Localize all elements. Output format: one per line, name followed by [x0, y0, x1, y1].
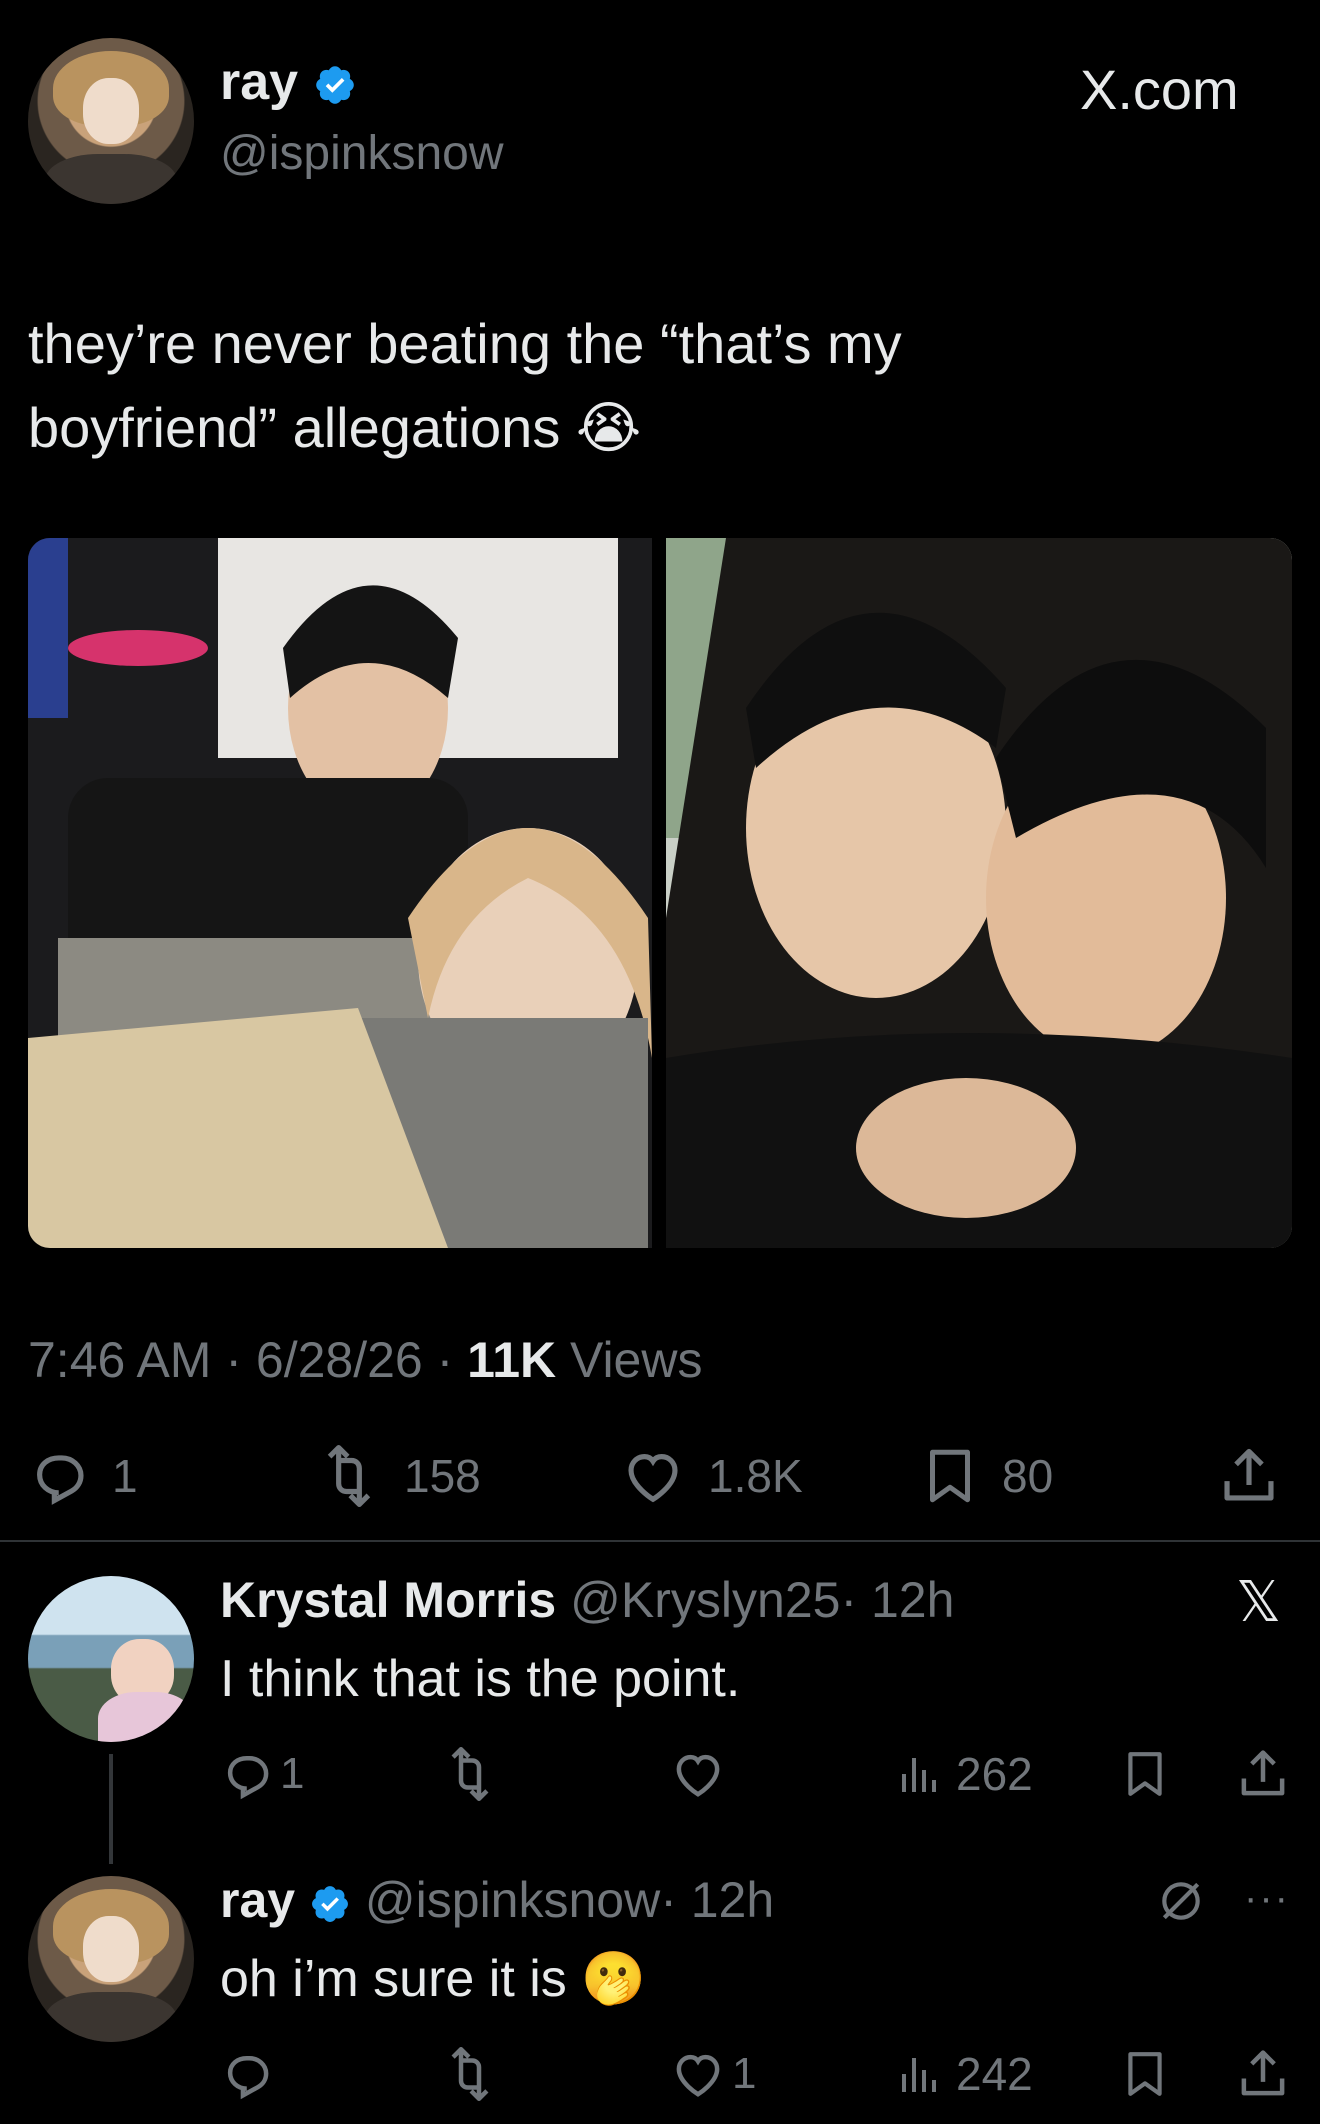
author-avatar[interactable]	[28, 38, 194, 204]
reply-2-like-count: 1	[732, 2049, 757, 2098]
reply-2-time[interactable]: · 12h	[660, 1872, 774, 1928]
analytics-icon	[902, 2058, 936, 2092]
peeking-face-emoji: 🫢	[581, 1950, 646, 2008]
reply-2-avatar[interactable]	[28, 1876, 194, 2042]
reply-2-author-name[interactable]: ray	[220, 1872, 295, 1928]
reply-2-views-button[interactable]: 242	[896, 2046, 1033, 2102]
reply-button[interactable]: 1	[28, 1444, 138, 1508]
share-icon	[1224, 1448, 1274, 1501]
author-name-row[interactable]: ray	[220, 52, 357, 112]
views-label: Views	[556, 1332, 703, 1388]
verified-badge-icon	[312, 1885, 348, 1922]
reply-1-text: I think that is the point.	[220, 1650, 741, 1708]
site-label: X.com	[1080, 58, 1239, 121]
bookmark-count: 80	[1002, 1450, 1054, 1502]
reply-1-repost-button[interactable]	[440, 1746, 500, 1802]
reply-2-bookmark-button[interactable]	[1120, 2046, 1170, 2102]
bookmark-icon	[1128, 1752, 1162, 1796]
reply-2-like-button[interactable]: 1	[670, 2046, 756, 2102]
like-count: 1.8K	[708, 1450, 803, 1502]
reply-icon	[227, 1756, 269, 1800]
author-name[interactable]: ray	[220, 53, 298, 111]
reply-1-avatar[interactable]	[28, 1576, 194, 1742]
analytics-icon	[902, 1758, 936, 1792]
reply-2-grok-icon[interactable]	[1156, 1876, 1206, 1931]
heart-icon	[676, 1754, 720, 1797]
reply-1-views-count: 262	[956, 1748, 1033, 1800]
bookmark-icon	[930, 1449, 970, 1503]
photo-2-illustration	[666, 538, 1292, 1248]
post-meta: 7:46 AM · 6/28/26 · 11K Views	[28, 1330, 702, 1390]
author-handle[interactable]: @ispinksnow	[220, 126, 504, 182]
section-divider	[0, 1540, 1320, 1542]
reply-1-author-handle[interactable]: @Kryslyn25	[570, 1572, 840, 1628]
views-count: 11K	[467, 1332, 557, 1388]
reply-1-views-button[interactable]: 262	[896, 1746, 1033, 1802]
share-icon	[1241, 2050, 1285, 2096]
reply-2-share-button[interactable]	[1236, 2046, 1290, 2102]
reply-count: 1	[112, 1450, 138, 1502]
share-button[interactable]	[1218, 1444, 1280, 1508]
reply-2-more-icon[interactable]: ···	[1244, 1878, 1290, 1918]
bookmark-icon	[1128, 2052, 1162, 2096]
post-photo-1[interactable]	[28, 538, 652, 1248]
reply-1-site-icon: 𝕏	[1236, 1570, 1282, 1633]
reply-icon	[37, 1455, 84, 1505]
reply-2-header: ray @ispinksnow· 12h	[220, 1870, 774, 1930]
post-text-line-2: boyfriend” allegations 😭	[28, 396, 642, 459]
reply-2-reply-button[interactable]	[220, 2046, 274, 2102]
reply-2-text: oh i’m sure it is 🫢	[220, 1950, 646, 2008]
reply-icon	[227, 2056, 269, 2100]
reply-1-share-button[interactable]	[1236, 1746, 1290, 1802]
reply-1-reply-button[interactable]: 1	[220, 1746, 304, 1802]
reply-1-bookmark-button[interactable]	[1120, 1746, 1170, 1802]
post-timestamp[interactable]: 7:46 AM · 6/28/26 ·	[28, 1332, 467, 1388]
bookmark-button[interactable]: 80	[920, 1444, 1053, 1508]
reply-1-time[interactable]: · 12h	[840, 1572, 954, 1628]
heart-icon	[628, 1454, 678, 1503]
reply-1-header: Krystal Morris @Kryslyn25· 12h	[220, 1570, 954, 1630]
repost-icon	[451, 1747, 489, 1801]
photo-1-illustration	[28, 538, 652, 1248]
grok-icon	[1162, 1882, 1200, 1920]
reply-2-author-handle[interactable]: @ispinksnow	[365, 1872, 660, 1928]
repost-icon	[451, 2047, 489, 2101]
crying-face-emoji: 😭	[575, 396, 642, 459]
reply-2-views-count: 242	[956, 2048, 1033, 2100]
repost-icon	[327, 1445, 371, 1507]
share-icon	[1241, 1750, 1285, 1796]
repost-count: 158	[404, 1450, 481, 1502]
like-button[interactable]: 1.8K	[620, 1444, 803, 1508]
repost-button[interactable]: 158	[316, 1444, 481, 1508]
reply-1-author-name[interactable]: Krystal Morris	[220, 1572, 556, 1628]
verified-badge-icon	[315, 66, 354, 105]
heart-icon	[676, 2054, 720, 2097]
post-text-line-1: they’re never beating the “that’s my	[28, 312, 902, 375]
reply-1-like-button[interactable]	[670, 1746, 726, 1802]
post-text: they’re never beating the “that’s my boy…	[28, 302, 902, 470]
reply-2-repost-button[interactable]	[440, 2046, 500, 2102]
post-photo-2[interactable]	[666, 538, 1292, 1248]
reply-thread-line	[109, 1754, 113, 1864]
